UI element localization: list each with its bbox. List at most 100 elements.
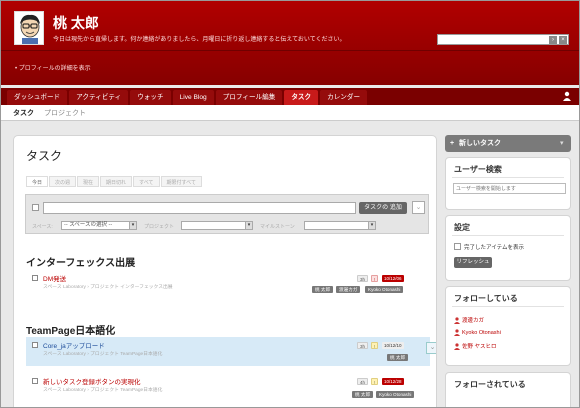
page-title: タスク (26, 149, 63, 163)
filter-tab-today[interactable]: 今日 (26, 176, 49, 187)
following-user-name: 佐野 ヤスヒロ (462, 344, 497, 350)
space-select[interactable]: -- スペースの選択 -- ▾ (61, 221, 137, 230)
tab-calendar[interactable]: カレンダー (320, 90, 368, 105)
divider (452, 306, 564, 307)
tab-live-blog[interactable]: Live Blog (172, 90, 214, 105)
new-task-button[interactable]: + 新しいタスク ▾ (445, 135, 571, 152)
main-nav: ダッシュボード アクティビティ ウォッチ Live Blog プロフィール編集 … (1, 88, 579, 105)
add-task-button[interactable]: タスクの 追加 (359, 202, 407, 214)
assignee-chip[interactable]: Kyoko Otonashi (376, 391, 415, 398)
person-icon (454, 329, 460, 336)
add-task-panel: タスクの 追加 ⌄ スペース: -- スペースの選択 -- ▾ プロジェクト ▾… (25, 194, 429, 234)
assignee-chip[interactable]: 桃 太郎 (312, 286, 334, 293)
space-label: スペース: (32, 224, 53, 230)
task-checkbox[interactable] (32, 275, 38, 281)
tab-watch[interactable]: ウォッチ (130, 90, 171, 105)
task-title[interactable]: Core_jaアップロード (43, 340, 105, 350)
user-name: 桃 太郎 (53, 15, 99, 31)
filter-tab-next-week[interactable]: 次の週 (49, 176, 77, 187)
task-title[interactable]: 新しいタスク登録ボタンの実現化 (43, 376, 141, 386)
show-completed-checkbox[interactable] (454, 243, 461, 250)
task-location: スペース Laboratory › プロジェクト TeamPage日本語化 (43, 388, 163, 393)
user-icon[interactable] (563, 91, 571, 101)
avatar[interactable] (14, 11, 44, 45)
filter-tab-current[interactable]: 現在 (77, 176, 100, 187)
panel-title: ユーザー検索 (454, 165, 502, 174)
chevron-down-icon[interactable]: ▾ (560, 135, 568, 152)
milestone-label: マイルストーン (260, 224, 295, 230)
assignee-chip[interactable]: Kyoko Otonashi (365, 286, 404, 293)
task-checkbox[interactable] (32, 378, 38, 384)
app-window: 桃 太郎 今日は現先から直帰します。何か連絡がありましたら、月曜日に折り返し連絡… (0, 0, 580, 408)
panel-title: 設定 (454, 223, 470, 232)
search-clear-icon[interactable]: × (559, 36, 567, 44)
task-effort-badge: 3h (357, 275, 369, 282)
search-input[interactable] (438, 35, 544, 44)
filter-tab-all[interactable]: すべて (133, 176, 160, 187)
settings-panel: 設定 完了したアイテムを表示 リフレッシュ (445, 215, 571, 281)
task-checkbox[interactable] (32, 342, 38, 348)
filter-tabs: 今日 次の週 現在 期日切れ すべて 期限付すべて (26, 176, 203, 187)
filter-tab-all-dated[interactable]: 期限付すべて (160, 176, 202, 187)
assignee-chip[interactable]: 渡邊カガ (336, 286, 361, 293)
task-menu-chevron-icon[interactable]: ⌄ (426, 342, 436, 354)
add-options-chevron-icon[interactable]: ⌄ (412, 201, 425, 214)
following-user-name: 渡邊カガ (462, 318, 485, 324)
sub-nav: タスク プロジェクト (1, 105, 579, 121)
following-user-name: Kyoko Otonashi (462, 329, 501, 336)
filter-tab-overdue[interactable]: 期日切れ (100, 176, 133, 187)
subnav-projects[interactable]: プロジェクト (44, 108, 86, 118)
user-search-input[interactable] (453, 183, 566, 194)
chevron-down-icon: ▾ (129, 222, 136, 229)
tab-dashboard[interactable]: ダッシュボード (7, 90, 68, 105)
status-message: 今日は現先から直帰します。何か連絡がありましたら、月曜日に折り返し連絡すると伝え… (53, 37, 346, 43)
plus-icon: + (450, 140, 455, 147)
task-priority-badge: ! (371, 378, 379, 385)
person-icon (454, 343, 460, 351)
following-user[interactable]: 佐野 ヤスヒロ (454, 342, 497, 351)
following-panel: フォローしている 渡邊カガ Kyoko Otonashi 佐野 ヤスヒロ (445, 286, 571, 366)
task-effort-badge: 3h (357, 342, 369, 349)
task-row: 新しいタスク登録ボタンの実現化 スペース Laboratory › プロジェクト… (26, 374, 430, 402)
chevron-down-icon: ▾ (368, 222, 375, 229)
header-divider (1, 50, 579, 51)
task-effort-badge: 4h (357, 378, 369, 385)
chevron-down-icon: ▾ (245, 222, 252, 229)
divider (452, 235, 564, 236)
subnav-tasks[interactable]: タスク (13, 108, 34, 118)
person-icon (454, 317, 460, 325)
project-select[interactable]: ▾ (181, 221, 253, 230)
group-title: TeamPage日本語化 (26, 326, 116, 337)
profile-details-link[interactable]: • プロフィールの詳細を表示 (15, 63, 91, 72)
task-title[interactable]: DM発送 (43, 273, 66, 283)
show-completed-label: 完了したアイテムを表示 (464, 245, 524, 251)
new-task-label: 新しいタスク (459, 140, 501, 147)
panel-title: フォローされている (454, 380, 526, 389)
task-row: DM発送 スペース Laboratory › プロジェクト インターフェックス出… (26, 272, 430, 298)
milestone-select[interactable]: ▾ (304, 221, 376, 230)
task-location: スペース Laboratory › プロジェクト インターフェックス出展 (43, 285, 173, 290)
panel-title: フォローしている (454, 294, 518, 303)
space-select-value: -- スペースの選択 -- (64, 222, 113, 228)
assignee-chip[interactable]: 桃 太郎 (352, 391, 374, 398)
add-task-checkbox[interactable] (32, 204, 39, 211)
task-priority-badge: ! (371, 275, 379, 282)
followers-panel: フォローされている (445, 372, 571, 407)
tab-profile-edit[interactable]: プロフィール編集 (215, 90, 283, 105)
avatar-illustration-icon (15, 12, 43, 44)
tab-activity[interactable]: アクティビティ (69, 90, 129, 105)
task-priority-badge: ! (371, 342, 379, 349)
user-search-panel: ユーザー検索 (445, 157, 571, 210)
following-user[interactable]: Kyoko Otonashi (454, 329, 501, 336)
task-due-date: 10/12/06 (382, 275, 404, 282)
search-go-icon[interactable]: › (549, 36, 557, 44)
following-user[interactable]: 渡邊カガ (454, 316, 485, 325)
group-title: インターフェックス出展 (26, 258, 136, 269)
profile-header: 桃 太郎 今日は現先から直帰します。何か連絡がありましたら、月曜日に折り返し連絡… (1, 1, 579, 85)
refresh-button[interactable]: リフレッシュ (454, 257, 492, 268)
new-task-input[interactable] (43, 202, 356, 214)
task-due-date: 10/12/28 (382, 378, 404, 385)
search-box: › × (437, 34, 569, 45)
tab-tasks[interactable]: タスク (284, 90, 319, 105)
assignee-chip[interactable]: 桃 太郎 (387, 354, 409, 361)
